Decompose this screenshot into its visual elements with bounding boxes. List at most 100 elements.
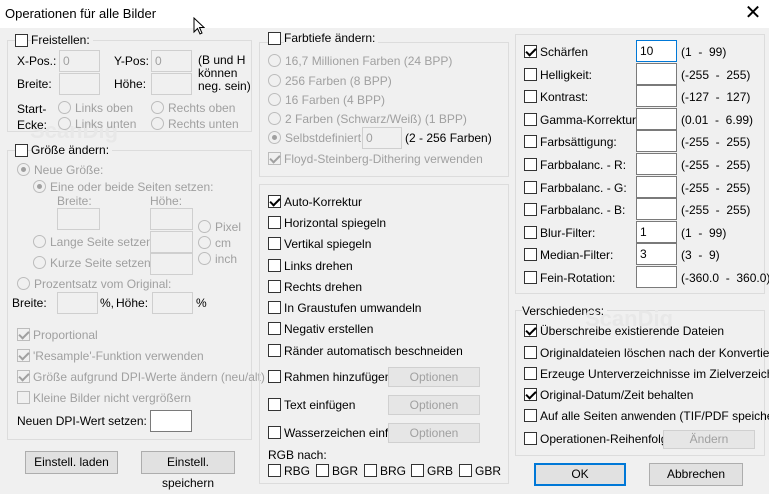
negative-checkbox[interactable] <box>268 322 281 335</box>
grayscale-checkbox[interactable] <box>268 301 281 314</box>
keep-date-checkbox[interactable] <box>524 388 537 401</box>
frame-options-button[interactable]: Optionen <box>388 367 480 387</box>
crop-width-input[interactable] <box>59 73 100 95</box>
proportional-checkbox[interactable] <box>17 328 30 341</box>
depth-custom-radio[interactable] <box>268 131 281 144</box>
adjust-7-label: Farbbalanc. - B: <box>540 203 626 217</box>
adjust-4-input[interactable] <box>636 130 677 152</box>
adjust-0-checkbox[interactable] <box>524 45 537 58</box>
frame-checkbox[interactable] <box>268 370 281 383</box>
depth-24bpp-radio[interactable] <box>268 54 281 67</box>
ypos-input[interactable]: 0 <box>151 50 192 72</box>
op-order-checkbox[interactable] <box>524 432 537 445</box>
depth-4bpp-radio[interactable] <box>268 93 281 106</box>
adjust-9-checkbox[interactable] <box>524 248 537 261</box>
auto-crop-checkbox[interactable] <box>268 344 281 357</box>
watermark-options-button[interactable]: Optionen <box>388 423 480 443</box>
adjust-0-input[interactable]: 10 <box>636 40 677 62</box>
rotate-right-checkbox[interactable] <box>268 280 281 293</box>
dpi-resize-checkbox[interactable] <box>17 370 30 383</box>
adjust-8-input[interactable]: 1 <box>636 221 677 243</box>
dithering-checkbox[interactable] <box>268 152 281 165</box>
depth-8bpp-radio[interactable] <box>268 74 281 87</box>
op-order-change-button[interactable]: Ändern <box>663 430 755 449</box>
close-icon[interactable]: ✕ <box>738 1 768 27</box>
auto-correct-checkbox[interactable] <box>268 195 281 208</box>
save-settings-button[interactable]: Einstell. speichern <box>141 451 235 490</box>
adjust-10-checkbox[interactable] <box>524 271 537 284</box>
subdirs-checkbox[interactable] <box>524 367 537 380</box>
xpos-input[interactable]: 0 <box>59 50 100 72</box>
adjust-6-input[interactable] <box>636 176 677 198</box>
adjust-1-input[interactable] <box>636 63 677 85</box>
adjust-6-checkbox[interactable] <box>524 181 537 194</box>
watermark-checkbox[interactable] <box>268 426 281 439</box>
all-pages-checkbox[interactable] <box>524 409 537 422</box>
text-options-button[interactable]: Optionen <box>388 395 480 415</box>
short-side-radio[interactable] <box>33 256 46 269</box>
dpi-input[interactable] <box>150 410 192 432</box>
rgb-gbr-checkbox[interactable] <box>459 464 472 477</box>
subdirs-label: Erzeuge Unterverzeichnisse im Zielverzei… <box>540 367 769 381</box>
adjust-5-input[interactable] <box>636 153 677 175</box>
color-depth-checkbox[interactable] <box>268 32 281 45</box>
rgb-bgr-checkbox[interactable] <box>316 464 329 477</box>
corner-top-left-radio[interactable] <box>58 101 71 114</box>
ok-button[interactable]: OK <box>534 463 626 486</box>
flip-vertical-checkbox[interactable] <box>268 237 281 250</box>
rgb-brg-checkbox[interactable] <box>364 464 377 477</box>
depth-custom-input[interactable]: 0 <box>362 127 402 149</box>
one-or-both-radio[interactable] <box>33 180 46 193</box>
resize-height-input[interactable] <box>150 208 193 230</box>
cancel-button[interactable]: Abbrechen <box>649 463 743 486</box>
adjust-1-checkbox[interactable] <box>524 68 537 81</box>
adjust-9-input[interactable]: 3 <box>636 243 677 265</box>
percent-radio[interactable] <box>17 277 30 290</box>
adjust-0-label: Schärfen <box>540 45 589 59</box>
text-checkbox[interactable] <box>268 398 281 411</box>
adjust-7-input[interactable] <box>636 198 677 220</box>
adjust-8-checkbox[interactable] <box>524 226 537 239</box>
adjust-2-input[interactable] <box>636 85 677 107</box>
pct-height-input[interactable] <box>152 292 193 314</box>
resize-width-input[interactable] <box>57 208 100 230</box>
short-side-input[interactable] <box>150 253 193 275</box>
adjust-2-checkbox[interactable] <box>524 90 537 103</box>
long-side-radio[interactable] <box>33 235 46 248</box>
unit-pixel-radio[interactable] <box>198 220 211 233</box>
rotate-left-checkbox[interactable] <box>268 259 281 272</box>
adjust-4-checkbox[interactable] <box>524 135 537 148</box>
adjust-3-range: (0.01 - 6.99) <box>681 113 754 127</box>
dpi-label: Neuen DPI-Wert setzen: <box>17 414 147 428</box>
unit-inch-radio[interactable] <box>198 252 211 265</box>
adjust-7-checkbox[interactable] <box>524 203 537 216</box>
no-enlarge-checkbox[interactable] <box>17 391 30 404</box>
crop-checkbox[interactable] <box>15 34 28 47</box>
adjust-10-input[interactable] <box>636 266 677 288</box>
depth-custom-range: (2 - 256 Farben) <box>405 131 492 145</box>
corner-top-right-radio[interactable] <box>151 101 164 114</box>
crop-height-input[interactable] <box>151 73 192 95</box>
rgb-grb-checkbox[interactable] <box>411 464 424 477</box>
unit-cm-radio[interactable] <box>198 236 211 249</box>
overwrite-checkbox[interactable] <box>524 324 537 337</box>
long-side-input[interactable] <box>150 231 193 253</box>
adjust-9-label: Median-Filter: <box>540 248 614 262</box>
rgb-rbg-checkbox[interactable] <box>268 464 281 477</box>
delete-originals-checkbox[interactable] <box>524 346 537 359</box>
resample-checkbox[interactable] <box>17 349 30 362</box>
pct-width-input[interactable] <box>57 292 98 314</box>
load-settings-button[interactable]: Einstell. laden <box>25 451 118 474</box>
depth-1bpp-radio[interactable] <box>268 112 281 125</box>
adjust-10-range: (-360.0 - 360.0) <box>681 271 769 285</box>
corner-bottom-left-radio[interactable] <box>58 117 71 130</box>
adjust-3-input[interactable] <box>636 108 677 130</box>
resize-checkbox[interactable] <box>15 144 28 157</box>
depth-24bpp-label: 16,7 Millionen Farben (24 BPP) <box>285 54 453 68</box>
new-size-radio[interactable] <box>17 163 30 176</box>
corner-bottom-right-radio[interactable] <box>151 117 164 130</box>
flip-horizontal-checkbox[interactable] <box>268 216 281 229</box>
depth-4bpp-label: 16 Farben (4 BPP) <box>285 93 386 107</box>
adjust-3-checkbox[interactable] <box>524 113 537 126</box>
adjust-5-checkbox[interactable] <box>524 158 537 171</box>
